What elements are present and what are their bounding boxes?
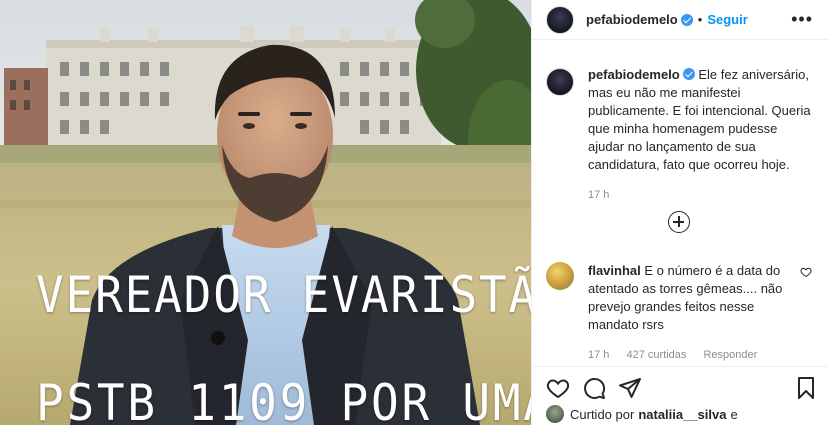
liked-by-suffix: e (730, 406, 738, 422)
photo-scene (0, 0, 531, 425)
comment-likes[interactable]: 427 curtidas (626, 349, 686, 361)
comment-meta: 17 h 427 curtidas Responder (588, 346, 798, 364)
post-photo[interactable]: VEREADOR EVARISTÃO PSTB 1109 POR UMA (0, 0, 531, 425)
comment-icon[interactable] (582, 376, 606, 400)
caption-username[interactable]: pefabiodemelo (588, 67, 680, 82)
caption-text: Ele fez aniversário, mas eu não me manif… (588, 67, 811, 172)
more-options-icon[interactable]: ••• (791, 10, 813, 28)
liker-username[interactable]: nataliia__silva (638, 407, 726, 422)
share-icon[interactable] (618, 376, 642, 400)
heart-icon[interactable] (546, 376, 570, 400)
commenter-username[interactable]: flavinhal (588, 263, 641, 278)
verified-badge-icon (680, 13, 693, 26)
overlay-text-line-2: PSTB 1109 POR UMA (36, 374, 531, 425)
caption-avatar[interactable] (546, 68, 574, 96)
comment-body: flavinhal E o número é a data do atentad… (588, 262, 798, 364)
author-avatar[interactable] (546, 5, 574, 34)
header-separator: • (697, 12, 703, 27)
caption-body: pefabiodemelo Ele fez aniversário, mas e… (588, 66, 816, 204)
post-side-panel: pefabiodemelo • Seguir ••• pefabiodemelo… (531, 0, 828, 425)
action-bar (532, 366, 828, 406)
post-header: pefabiodemelo • Seguir ••• (532, 0, 828, 40)
comment-timestamp: 17 h (588, 349, 610, 361)
author-username[interactable]: pefabiodemelo (586, 12, 678, 27)
follow-button[interactable]: Seguir (707, 12, 747, 27)
commenter-avatar[interactable] (546, 262, 574, 290)
comment-text-block: flavinhal E o número é a data do atentad… (588, 262, 798, 334)
overlay-text-line-1: VEREADOR EVARISTÃO (36, 266, 531, 324)
post-caption: pefabiodemelo Ele fez aniversário, mas e… (546, 66, 816, 204)
reply-button[interactable]: Responder (703, 349, 757, 361)
bookmark-icon[interactable] (794, 376, 818, 400)
verified-badge-icon (682, 68, 695, 80)
load-more-comments-icon[interactable] (668, 211, 690, 233)
caption-timestamp: 17 h (588, 189, 610, 201)
caption-text-block: pefabiodemelo Ele fez aniversário, mas e… (588, 66, 816, 174)
liked-by-prefix: Curtido por (570, 406, 635, 422)
comment-heart-icon[interactable] (800, 266, 812, 278)
liker-avatar[interactable] (546, 405, 564, 423)
liked-by-row: Curtido por nataliia__silva e (546, 405, 826, 423)
comment-item: flavinhal E o número é a data do atentad… (546, 262, 822, 364)
